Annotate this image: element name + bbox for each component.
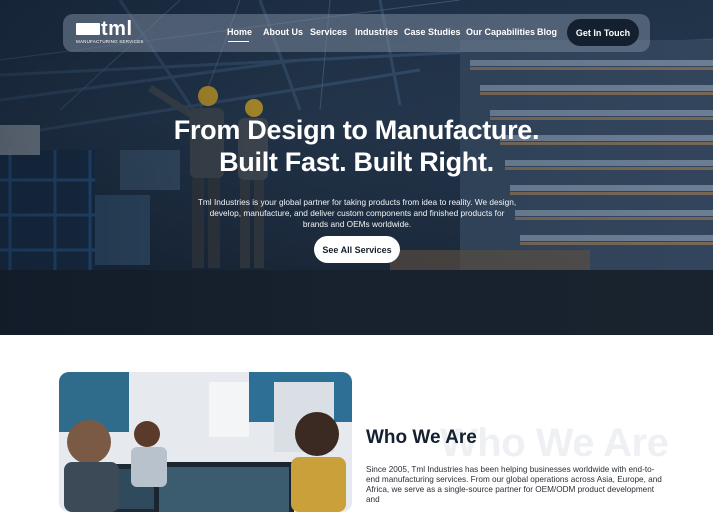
- get-in-touch-button[interactable]: Get In Touch: [567, 19, 639, 46]
- hero-description: Tml Industries is your global partner fo…: [197, 197, 517, 229]
- logo-subtitle: MANUFACTURING SERVICES: [76, 39, 144, 44]
- team-photo: [59, 372, 352, 512]
- nav-case-studies[interactable]: Case Studies: [404, 27, 461, 37]
- hero-title-line-1: From Design to Manufacture.: [173, 115, 540, 145]
- see-all-services-button[interactable]: See All Services: [314, 236, 400, 263]
- nav-our-capabilities[interactable]: Our Capabilities: [466, 27, 535, 37]
- hero-title-line-2: Built Fast. Built Right.: [219, 147, 494, 177]
- logo-mark: [76, 23, 100, 35]
- who-we-are-heading: Who We Are: [366, 427, 477, 448]
- logo[interactable]: tml MANUFACTURING SERVICES: [76, 18, 143, 47]
- nav-industries[interactable]: Industries: [355, 27, 398, 37]
- logo-text: tml: [101, 18, 133, 40]
- hero-title: From Design to Manufacture. Built Fast. …: [0, 114, 713, 178]
- nav-home[interactable]: Home: [227, 27, 252, 37]
- who-we-are-body: Since 2005, Tml Industries has been help…: [366, 465, 662, 504]
- nav-blog[interactable]: Blog: [537, 27, 557, 37]
- nav-active-indicator: [228, 41, 249, 42]
- team-photo-illustration: [59, 372, 352, 512]
- nav-services[interactable]: Services: [310, 27, 347, 37]
- nav-about-us[interactable]: About Us: [263, 27, 303, 37]
- hero-section: tml MANUFACTURING SERVICES Home About Us…: [0, 0, 713, 335]
- main-navigation: tml MANUFACTURING SERVICES Home About Us…: [63, 14, 650, 52]
